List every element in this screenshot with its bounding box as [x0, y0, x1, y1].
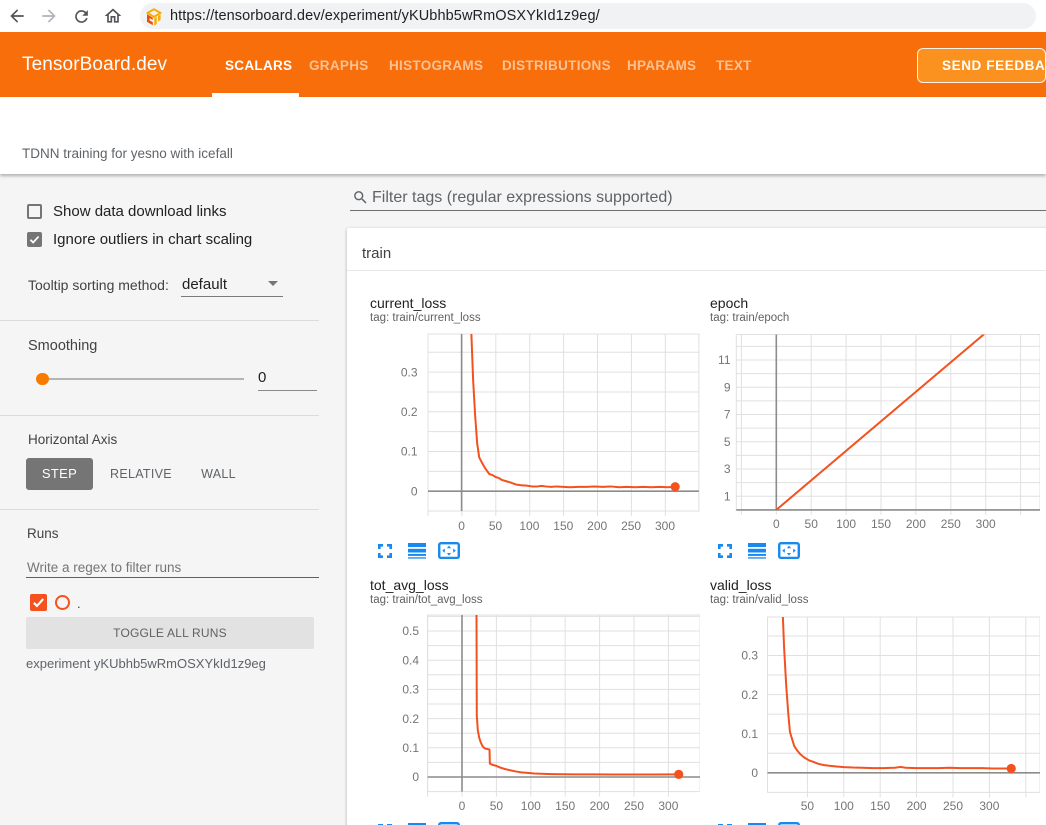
svg-text:0.1: 0.1	[402, 741, 419, 755]
svg-text:5: 5	[724, 435, 731, 449]
svg-text:300: 300	[979, 799, 999, 813]
svg-text:300: 300	[658, 799, 678, 813]
svg-text:11: 11	[718, 353, 731, 367]
svg-text:100: 100	[519, 519, 539, 533]
svg-text:0.4: 0.4	[402, 653, 419, 667]
svg-text:0.1: 0.1	[741, 727, 758, 741]
svg-text:200: 200	[590, 799, 610, 813]
svg-text:0.2: 0.2	[741, 688, 758, 702]
svg-text:0: 0	[411, 484, 418, 498]
svg-text:0: 0	[412, 770, 419, 784]
svg-text:0.2: 0.2	[402, 712, 419, 726]
svg-text:150: 150	[870, 799, 890, 813]
svg-text:0.3: 0.3	[741, 649, 758, 663]
svg-text:250: 250	[943, 799, 963, 813]
svg-text:0: 0	[459, 799, 466, 813]
svg-text:250: 250	[941, 517, 961, 531]
svg-text:50: 50	[801, 799, 815, 813]
svg-text:0: 0	[773, 517, 780, 531]
svg-text:9: 9	[724, 380, 731, 394]
svg-text:50: 50	[490, 799, 504, 813]
svg-text:1: 1	[724, 489, 731, 503]
svg-text:200: 200	[587, 519, 607, 533]
svg-text:50: 50	[805, 517, 819, 531]
svg-text:200: 200	[907, 799, 927, 813]
svg-text:150: 150	[553, 519, 573, 533]
svg-text:100: 100	[521, 799, 541, 813]
svg-text:0.2: 0.2	[401, 405, 418, 419]
svg-text:150: 150	[871, 517, 891, 531]
svg-text:150: 150	[555, 799, 575, 813]
svg-text:0.5: 0.5	[402, 624, 419, 638]
svg-text:300: 300	[655, 519, 675, 533]
svg-text:3: 3	[724, 462, 731, 476]
svg-text:0: 0	[458, 519, 465, 533]
svg-text:7: 7	[724, 408, 731, 422]
svg-text:250: 250	[621, 519, 641, 533]
svg-text:300: 300	[976, 517, 996, 531]
svg-text:0.3: 0.3	[402, 683, 419, 697]
svg-text:100: 100	[834, 799, 854, 813]
svg-text:200: 200	[906, 517, 926, 531]
svg-text:50: 50	[489, 519, 503, 533]
svg-text:0.3: 0.3	[401, 365, 418, 379]
svg-text:0: 0	[751, 766, 758, 780]
svg-text:250: 250	[624, 799, 644, 813]
svg-text:100: 100	[836, 517, 856, 531]
svg-text:0.1: 0.1	[401, 445, 418, 459]
